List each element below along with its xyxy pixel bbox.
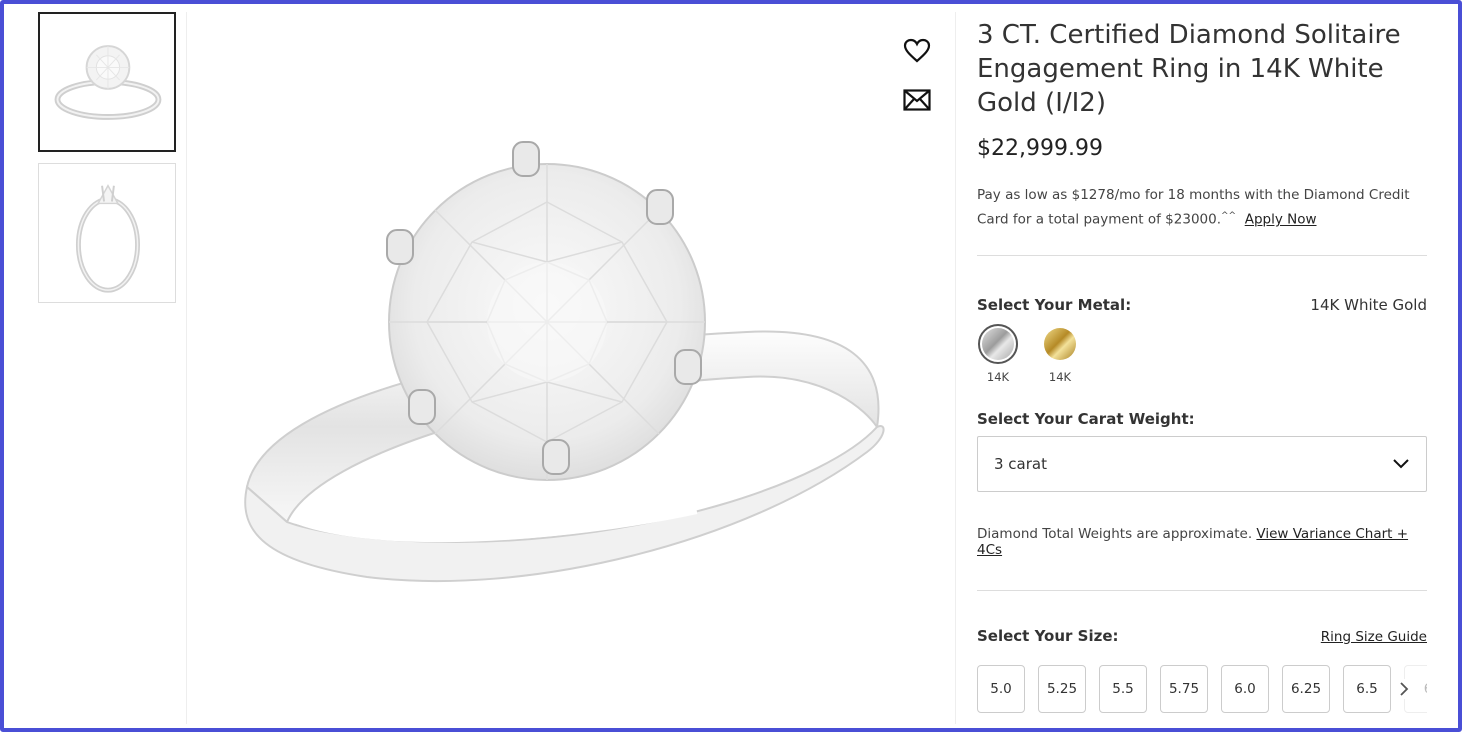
yellow-gold-swatch <box>1040 324 1080 364</box>
main-product-image <box>186 12 956 724</box>
envelope-icon <box>903 89 931 111</box>
product-title: 3 CT. Certified Diamond Solitaire Engage… <box>977 20 1401 118</box>
metal-options: 14K 14K <box>977 323 1427 384</box>
apply-now-link[interactable]: Apply Now <box>1245 212 1317 228</box>
product-price: $22,999.99 <box>977 136 1103 161</box>
carat-weight-note: Diamond Total Weights are approximate. V… <box>977 526 1427 558</box>
size-options: 5.0 5.25 5.5 5.75 6.0 6.25 6.5 6 <box>977 664 1427 717</box>
size-option-5-75[interactable]: 5.75 <box>1160 664 1208 713</box>
thumbnail-side-view[interactable] <box>38 163 176 303</box>
product-info-panel: 3 CT. Certified Diamond Solitaire Engage… <box>977 18 1427 717</box>
white-gold-swatch <box>978 323 1018 364</box>
metal-option-caption: 14K <box>1048 369 1072 384</box>
ring-main-image <box>244 141 885 583</box>
size-option-6-0[interactable]: 6.0 <box>1221 664 1269 713</box>
chevron-down-icon <box>1393 458 1409 468</box>
size-option-5-25[interactable]: 5.25 <box>1038 664 1086 713</box>
ring-size-guide-link[interactable]: Ring Size Guide <box>1321 629 1427 645</box>
size-option-5-5[interactable]: 5.5 <box>1099 664 1147 713</box>
metal-option-white-gold[interactable]: 14K <box>977 323 1019 384</box>
wishlist-button[interactable] <box>901 36 933 66</box>
size-label: Select Your Size: <box>977 626 1119 645</box>
carat-note-text: Diamond Total Weights are approximate. <box>977 525 1253 542</box>
size-option-6-5[interactable]: 6.5 <box>1343 664 1391 713</box>
carat-weight-select[interactable]: 3 carat <box>977 435 1427 492</box>
size-option-5-0[interactable]: 5.0 <box>977 664 1025 713</box>
metal-option-caption: 14K <box>986 369 1010 384</box>
metal-option-yellow-gold[interactable]: 14K <box>1039 324 1081 384</box>
ring-side-thumbnail-image <box>75 184 141 293</box>
credit-offer-copy: Pay as low as $1278/mo for 18 months wit… <box>977 187 1410 228</box>
chevron-right-icon <box>1400 681 1409 696</box>
sizes-next-button[interactable] <box>1399 678 1413 699</box>
selected-metal-name: 14K White Gold <box>1310 295 1427 314</box>
size-header: Select Your Size: Ring Size Guide <box>977 627 1427 645</box>
heart-icon <box>903 38 931 63</box>
section-divider <box>977 254 1427 256</box>
section-divider <box>977 589 1427 591</box>
metal-header: Select Your Metal: 14K White Gold <box>977 296 1427 314</box>
carat-selected-value: 3 carat <box>994 454 1047 473</box>
ring-front-thumbnail-image <box>54 45 162 120</box>
share-email-button[interactable] <box>901 85 933 115</box>
credit-footnote-mark: ^^ <box>1221 211 1237 221</box>
size-option-6-25[interactable]: 6.25 <box>1282 664 1330 713</box>
carat-label: Select Your Carat Weight: <box>977 409 1195 428</box>
thumbnail-front-view[interactable] <box>38 12 176 152</box>
metal-label: Select Your Metal: <box>977 295 1132 314</box>
credit-offer-text: Pay as low as $1278/mo for 18 months wit… <box>977 185 1427 231</box>
